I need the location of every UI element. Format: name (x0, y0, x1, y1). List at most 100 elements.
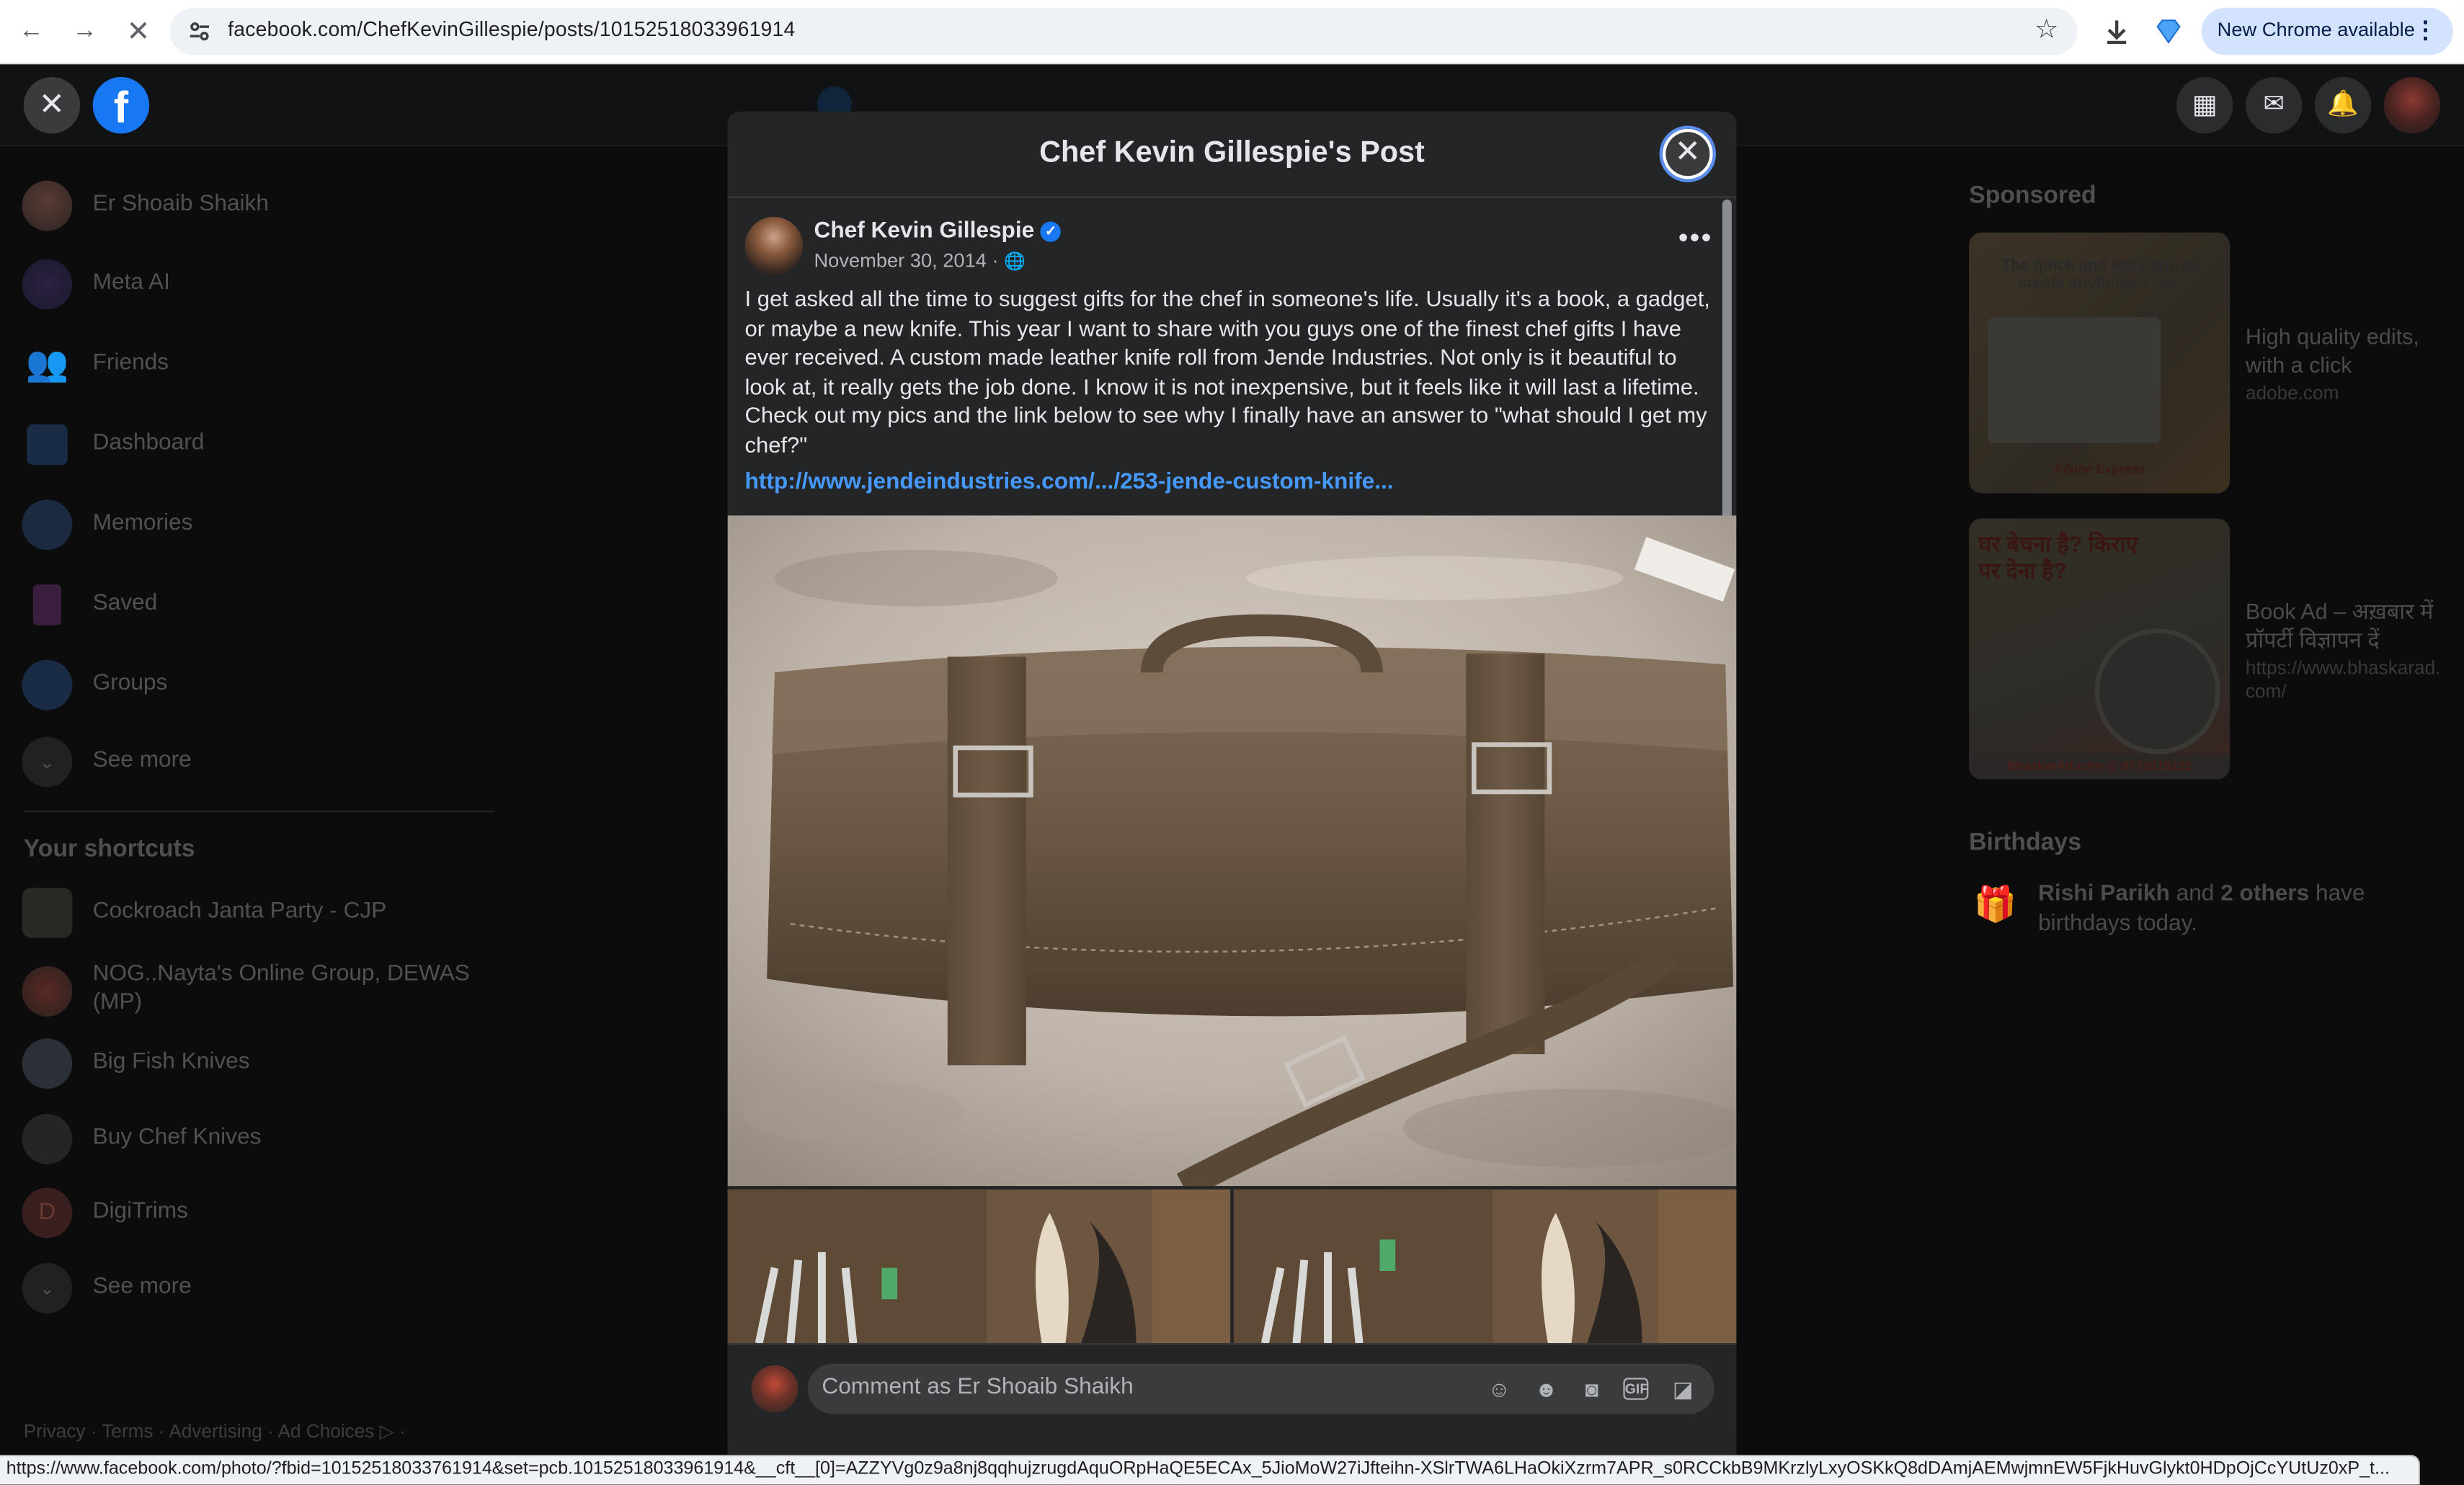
knives-open-photo (1233, 1189, 1737, 1344)
close-icon[interactable]: ✕ (1659, 125, 1717, 182)
author-name-row[interactable]: Chef Kevin Gillespie ✓ (814, 218, 1062, 244)
messenger-icon[interactable]: ✉ (2245, 76, 2303, 134)
sidebar-item-dashboard[interactable]: Dashboard (22, 416, 494, 473)
ad-badge (2094, 628, 2221, 754)
chrome-update-button[interactable]: New Chrome available ⋮ (2201, 7, 2453, 55)
stop-loading-icon[interactable]: ✕ (121, 14, 156, 49)
sidebar-item-label: Er Shoaib Shaikh (92, 192, 269, 217)
ad-title[interactable]: Book Ad – अख़बार में प्रॉपर्टी विज्ञापन … (2246, 597, 2442, 654)
sidebar-item-friends[interactable]: 👥 Friends (22, 336, 494, 393)
emoji-icon[interactable]: ☻ (1532, 1375, 1560, 1403)
gem-extension-icon[interactable] (2153, 16, 2184, 48)
comment-placeholder: Comment as Er Shoaib Shaikh (822, 1374, 1134, 1400)
shortcut-label: Buy Chef Knives (92, 1125, 262, 1151)
site-settings-icon[interactable] (185, 17, 213, 45)
profile-avatar (22, 180, 73, 231)
screen: ← → ✕ facebook.com/ChefKevinGillespie/po… (0, 0, 2464, 1485)
comment-bar: Comment as Er Shoaib Shaikh ☺ ☻ ◙ GIF ◪ (727, 1343, 1737, 1435)
bookmark-star-icon[interactable]: ☆ (2034, 14, 2058, 46)
dashboard-icon (27, 424, 68, 465)
notifications-bell-icon[interactable]: 🔔 (2314, 76, 2372, 134)
groups-icon (22, 659, 73, 710)
post-photo-main[interactable] (727, 515, 1737, 1187)
commenter-avatar[interactable] (751, 1365, 799, 1413)
sidebar-item-label: Groups (92, 671, 168, 696)
shortcut-label: Cockroach Janta Party - CJP (92, 898, 387, 924)
address-bar[interactable]: facebook.com/ChefKevinGillespie/posts/10… (169, 7, 2078, 55)
post-options-icon[interactable]: ••• (1678, 221, 1713, 254)
birthday-name: Rishi Parikh (2038, 881, 2170, 907)
account-avatar[interactable] (2383, 76, 2441, 134)
gif-icon[interactable]: GIF (1623, 1378, 1649, 1400)
divider (23, 811, 495, 813)
sidebar-item-profile[interactable]: Er Shoaib Shaikh (22, 177, 494, 233)
chrome-update-label: New Chrome available (2217, 19, 2415, 41)
comment-input[interactable]: Comment as Er Shoaib Shaikh ☺ ☻ ◙ GIF ◪ (807, 1363, 1714, 1414)
menu-grid-icon[interactable]: ▦ (2176, 76, 2233, 134)
verified-badge-icon: ✓ (1040, 221, 1062, 242)
author-name[interactable]: Chef Kevin Gillespie (814, 218, 1034, 244)
download-icon[interactable] (2101, 16, 2132, 48)
sidebar-item-meta-ai[interactable]: Meta AI (22, 256, 494, 312)
sidebar-item-label: Saved (92, 590, 158, 616)
memories-icon (22, 499, 73, 550)
avatar-sticker-icon[interactable]: ☺ (1485, 1375, 1513, 1403)
ad-title[interactable]: High quality edits, with a click (2246, 322, 2442, 378)
sidebar-item-memories[interactable]: Memories (22, 496, 494, 553)
ad-screenshot (1988, 317, 2161, 443)
ad-brand: Adobe Express (2053, 462, 2145, 476)
sidebar-item-saved[interactable]: Saved (22, 576, 494, 633)
facebook-logo-icon[interactable]: f (92, 76, 150, 134)
sponsored-heading: Sponsored (1969, 182, 2096, 210)
camera-icon[interactable]: ◙ (1578, 1375, 1606, 1403)
sidebar-item-label: Memories (92, 510, 193, 536)
shortcut-label: NOG..Nayta's Online Group, DEWAS (MP) (92, 961, 470, 1015)
shortcut-item[interactable]: Buy Chef Knives (22, 1111, 494, 1167)
ad-brand: BhaskarAd.com @ 9772019222 (1969, 754, 2231, 780)
footer-links[interactable]: Privacy · Terms · Advertising · Ad Choic… (24, 1420, 406, 1442)
shortcut-item[interactable]: Big Fish Knives (22, 1035, 494, 1092)
sticker-icon[interactable]: ◪ (1669, 1375, 1697, 1403)
group-avatar (22, 887, 73, 938)
post-photo-thumb[interactable] (727, 1189, 1231, 1344)
gift-icon: 🎁 (1973, 884, 2017, 924)
kebab-menu-icon[interactable]: ⋮ (2414, 16, 2437, 44)
group-avatar (22, 1038, 73, 1089)
post-date-row[interactable]: November 30, 2014 · 🌐 (814, 250, 1026, 272)
shortcut-item[interactable]: Cockroach Janta Party - CJP (22, 885, 494, 941)
chevron-down-icon: ⌄ (22, 1263, 73, 1314)
knives-open-photo (727, 1189, 1231, 1344)
birthday-others: 2 others (2220, 881, 2310, 907)
shortcut-label: DigiTrims (92, 1198, 188, 1224)
shortcuts-heading: Your shortcuts (23, 836, 195, 863)
forward-icon[interactable]: → (68, 14, 102, 49)
ad-image[interactable]: The quick and easy app to create anythin… (1969, 232, 2231, 494)
sidebar-see-more[interactable]: ⌄ See more (22, 733, 494, 790)
ad-image[interactable]: घर बेचना है? किराए पर देना है? BhaskarAd… (1969, 518, 2231, 780)
shortcut-item[interactable]: NOG..Nayta's Online Group, DEWAS (MP) (22, 960, 494, 1022)
ad-image-caption: The quick and easy app to create anythin… (2001, 257, 2198, 293)
link-status-bar: https://www.facebook.com/photo/?fbid=101… (0, 1455, 2420, 1485)
modal-scrollbar[interactable] (1722, 199, 1732, 561)
author-avatar[interactable] (744, 216, 804, 275)
sidebar-item-label: See more (92, 1274, 192, 1300)
meta-ai-icon (22, 259, 73, 310)
post-text: I get asked all the time to suggest gift… (744, 287, 1710, 458)
url-text[interactable]: facebook.com/ChefKevinGillespie/posts/10… (228, 17, 795, 41)
birthdays-heading: Birthdays (1969, 829, 2082, 857)
friends-icon: 👥 (25, 344, 69, 384)
browser-toolbar: ← → ✕ facebook.com/ChefKevinGillespie/po… (0, 0, 2464, 65)
birthday-text[interactable]: Rishi Parikh and 2 others have birthdays… (2038, 880, 2415, 940)
shortcut-item[interactable]: D DigiTrims (22, 1185, 494, 1241)
sidebar-item-groups[interactable]: Groups (22, 656, 494, 713)
post-link[interactable]: http://www.jendeindustries.com/.../253-j… (745, 470, 1394, 495)
back-icon[interactable]: ← (14, 14, 49, 49)
sidebar-item-label: Meta AI (92, 270, 170, 295)
shortcuts-see-more[interactable]: ⌄ See more (22, 1260, 494, 1316)
close-viewer-icon[interactable]: ✕ (23, 76, 81, 134)
post-date[interactable]: November 30, 2014 · (814, 250, 998, 272)
birthday-and: and (2176, 881, 2215, 907)
ad-image-caption: घर बेचना है? किराए पर देना है? (1978, 531, 2138, 583)
post-modal: Chef Kevin Gillespie's Post ✕ Chef Kevin… (727, 111, 1737, 1485)
post-photo-thumb[interactable] (1233, 1189, 1737, 1344)
